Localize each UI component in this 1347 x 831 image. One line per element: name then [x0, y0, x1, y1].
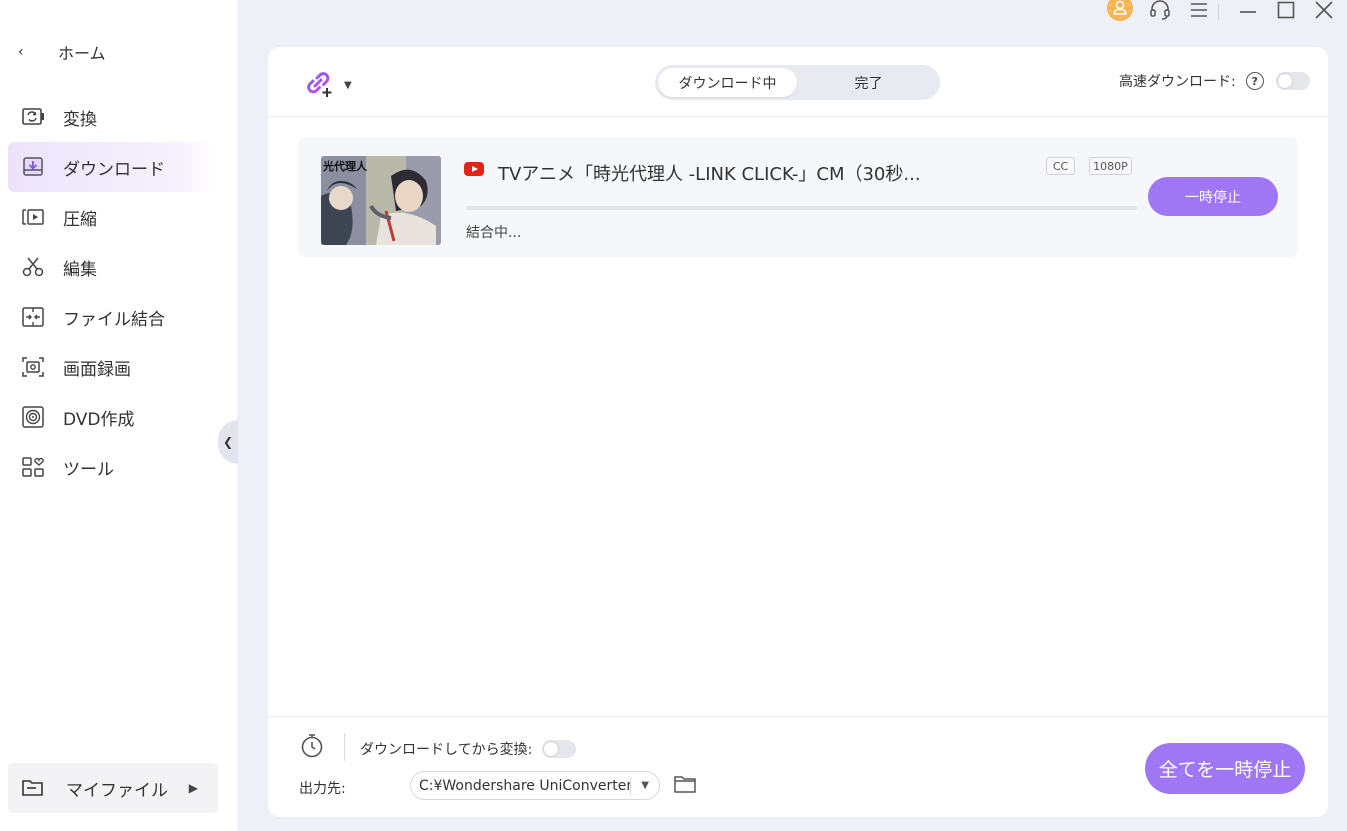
maximize-icon — [1277, 1, 1295, 23]
panel-footer: ダウンロードしてから変換: 出力先: C:¥Wondershare UniCon… — [268, 716, 1328, 817]
hamburger-menu-icon — [1190, 2, 1208, 22]
scissors-icon — [20, 254, 46, 280]
download-progress-bar — [466, 206, 1137, 210]
chevron-down-icon[interactable]: ▼ — [344, 80, 352, 91]
toolbox-icon — [20, 454, 46, 480]
open-folder-button[interactable] — [673, 775, 697, 797]
help-icon[interactable]: ? — [1245, 72, 1264, 90]
sidebar: ‹ ホーム 変換 ダウンロード 圧縮 編集 ファイル結合 画面録画 DVD作成 … — [0, 0, 237, 831]
divider — [344, 733, 345, 761]
minimize-button[interactable] — [1234, 0, 1262, 24]
sidebar-item-label: DVD作成 — [63, 409, 135, 430]
sidebar-item-tools[interactable]: ツール — [8, 442, 218, 492]
sidebar-item-label: 圧縮 — [63, 209, 97, 230]
convert-after-download-toggle[interactable] — [542, 740, 577, 758]
download-icon — [20, 154, 46, 180]
status-tabs: ダウンロード中 完了 — [655, 65, 940, 100]
sidebar-item-screen-record[interactable]: 画面録画 — [8, 342, 218, 392]
sidebar-item-convert[interactable]: 変換 — [8, 92, 218, 142]
maximize-button[interactable] — [1272, 0, 1300, 24]
pause-all-button[interactable]: 全てを一時停止 — [1145, 743, 1305, 794]
folder-icon — [674, 775, 696, 797]
fast-download-toggle[interactable] — [1275, 72, 1310, 90]
dvd-icon — [20, 404, 46, 430]
panel-header: ▼ ダウンロード中 完了 高速ダウンロード: ? — [268, 47, 1328, 117]
fast-download-label: 高速ダウンロード: — [1119, 74, 1236, 90]
sidebar-item-merge[interactable]: ファイル結合 — [8, 292, 218, 342]
output-path-value: C:¥Wondershare UniConverter 1 — [419, 777, 631, 794]
timer-icon — [300, 733, 324, 763]
resolution-badge: 1080P — [1089, 157, 1132, 175]
compress-icon — [20, 204, 46, 230]
cc-badge: CC — [1046, 157, 1075, 175]
sidebar-item-compress[interactable]: 圧縮 — [8, 192, 218, 242]
chevron-right-icon: ▶ — [188, 781, 198, 795]
close-icon — [1315, 1, 1333, 23]
sidebar-item-label: ツール — [63, 459, 114, 480]
output-location-label: 出力先: — [299, 781, 346, 797]
thumbnail-caption: 光代理人 — [322, 159, 368, 173]
home-link[interactable]: ‹ ホーム — [18, 38, 106, 66]
home-label: ホーム — [58, 44, 106, 63]
my-files-button[interactable]: マイファイル ▶ — [8, 763, 218, 813]
my-files-label: マイファイル — [66, 780, 168, 801]
sidebar-item-label: ファイル結合 — [63, 309, 165, 330]
youtube-icon — [464, 162, 484, 176]
chevron-left-icon: ‹ — [18, 44, 24, 60]
pause-button[interactable]: 一時停止 — [1148, 177, 1278, 216]
sidebar-nav: 変換 ダウンロード 圧縮 編集 ファイル結合 画面録画 DVD作成 ツール — [8, 92, 218, 492]
divider — [1218, 4, 1219, 20]
convert-after-download-label: ダウンロードしてから変換: — [360, 742, 533, 758]
schedule-timer-button[interactable] — [299, 733, 325, 763]
close-button[interactable] — [1310, 0, 1338, 24]
main-panel: ▼ ダウンロード中 完了 高速ダウンロード: ? 光代理人 TVアニメ「時光代理… — [268, 47, 1328, 817]
video-title: TVアニメ「時光代理人 -LINK CLICK-」CM（30秒... — [498, 164, 921, 185]
headset-icon — [1149, 0, 1171, 25]
minimize-icon — [1239, 1, 1257, 23]
account-button[interactable] — [1106, 0, 1134, 24]
output-path-select[interactable]: C:¥Wondershare UniConverter 1 ▼ — [410, 771, 660, 800]
convert-after-download-setting: ダウンロードしてから変換: — [360, 739, 577, 759]
add-url-button[interactable]: ▼ — [302, 67, 352, 103]
download-status: 結合中... — [466, 225, 522, 241]
sidebar-item-label: 変換 — [63, 109, 97, 130]
screen-record-icon — [20, 354, 46, 380]
sidebar-item-download[interactable]: ダウンロード — [8, 142, 218, 192]
video-thumbnail: 光代理人 — [321, 156, 441, 245]
sidebar-item-edit[interactable]: 編集 — [8, 242, 218, 292]
download-item: 光代理人 TVアニメ「時光代理人 -LINK CLICK-」CM（30秒... … — [298, 137, 1298, 257]
fast-download-setting: 高速ダウンロード: ? — [1119, 71, 1310, 91]
chevron-down-icon[interactable]: ▼ — [631, 780, 659, 791]
merge-icon — [20, 304, 46, 330]
sidebar-item-dvd[interactable]: DVD作成 — [8, 392, 218, 442]
sidebar-item-label: 編集 — [63, 259, 97, 280]
convert-icon — [20, 104, 46, 130]
chevron-left-icon: ❮ — [222, 435, 234, 449]
sidebar-item-label: 画面録画 — [63, 359, 131, 380]
folder-icon — [22, 779, 48, 797]
support-button[interactable] — [1146, 0, 1174, 24]
link-add-icon — [302, 67, 334, 103]
sidebar-item-label: ダウンロード — [63, 159, 165, 180]
menu-button[interactable] — [1185, 0, 1213, 24]
tab-finished[interactable]: 完了 — [800, 68, 937, 97]
user-avatar-icon — [1106, 0, 1134, 28]
tab-downloading[interactable]: ダウンロード中 — [658, 68, 797, 97]
